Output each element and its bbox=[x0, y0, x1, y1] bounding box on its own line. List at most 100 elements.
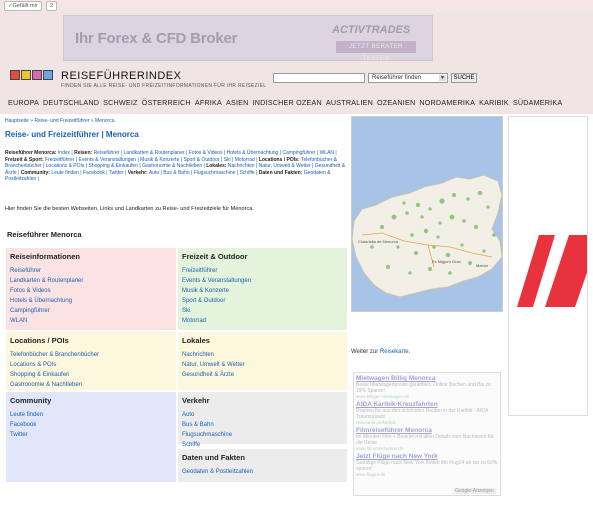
ad-title[interactable]: Mietwagen Billig Menorca bbox=[356, 375, 500, 382]
box-link[interactable]: Twitter bbox=[10, 430, 172, 440]
box-link[interactable]: Facebook bbox=[10, 420, 172, 430]
nav-item[interactable]: NORDAMERIKA bbox=[419, 98, 475, 107]
category-link[interactable]: Events & Veranstaltungen bbox=[79, 157, 137, 163]
nav-item[interactable]: AFRIKA bbox=[195, 98, 222, 107]
category-link[interactable]: Flugsuchmaschine bbox=[194, 170, 236, 176]
logo-title[interactable]: REISEFÜHRERINDEX bbox=[61, 70, 181, 82]
category-link[interactable]: Shopping & Einkaufen bbox=[89, 163, 138, 169]
category-link[interactable]: Gastronomie & Nachtleben bbox=[142, 163, 202, 169]
ad-url[interactable]: www.aida.de/karibik bbox=[356, 420, 500, 425]
chevron-down-icon: ▼ bbox=[439, 75, 446, 81]
box-link[interactable]: Leute finden bbox=[10, 410, 172, 420]
box-link[interactable]: Nachrichten bbox=[182, 350, 343, 360]
box-link[interactable]: Locations & POIs bbox=[10, 360, 172, 370]
category-link[interactable]: Schiffe bbox=[239, 170, 254, 176]
logo-icon[interactable] bbox=[10, 70, 53, 80]
box-link[interactable]: Gesundheit & Ärzte bbox=[182, 370, 343, 380]
category-link[interactable]: Facebook bbox=[83, 170, 105, 176]
category-link[interactable]: Nachrichten bbox=[228, 163, 255, 169]
nav-item[interactable]: DEUTSCHLAND bbox=[43, 98, 99, 107]
category-link[interactable]: Hotels & Übernachtung bbox=[227, 150, 279, 156]
nav-item[interactable]: EUROPA bbox=[8, 98, 39, 107]
nav-item[interactable]: ÖSTERREICH bbox=[142, 98, 191, 107]
box-link[interactable]: Events & Veranstaltungen bbox=[182, 276, 343, 286]
ad-title[interactable]: AIDA Karibik-Kreuzfahrten bbox=[356, 401, 500, 408]
search-input[interactable] bbox=[273, 73, 365, 83]
category-link[interactable]: Freizeitführer bbox=[45, 157, 74, 163]
box-link[interactable]: Bus & Bahn bbox=[182, 420, 343, 430]
ad-brand-logo[interactable]: ACTIVTRADES bbox=[332, 24, 410, 36]
ad-desc: Beste Mietwagenpreise garantiert. Online… bbox=[356, 382, 491, 394]
reisekarte-link[interactable]: Reisekarte bbox=[380, 349, 409, 355]
nav-item[interactable]: ASIEN bbox=[226, 98, 249, 107]
ad-cta-button[interactable]: JETZT BERATER TESTEN bbox=[336, 41, 416, 62]
map-caption-suffix: . bbox=[408, 349, 411, 355]
box-title: Freizeit & Outdoor bbox=[182, 252, 248, 261]
ad-title[interactable]: Jetzt Flüge nach New York bbox=[356, 453, 500, 460]
category-link[interactable]: Ski bbox=[224, 157, 231, 163]
nav-item[interactable]: KARIBIK bbox=[479, 98, 509, 107]
category-link[interactable]: Natur, Umwelt & Wetter bbox=[259, 163, 311, 169]
category-link[interactable]: Landkarten & Routenplaner bbox=[124, 150, 185, 156]
category-link[interactable]: Bus & Bahn bbox=[163, 170, 189, 176]
ad-url[interactable]: www.billiger-mietwagen.de bbox=[356, 394, 500, 399]
ad-title[interactable]: Filmreiseführer Menorca bbox=[356, 427, 500, 434]
category-label: Locations / POIs: bbox=[258, 156, 300, 163]
box-link[interactable]: Natur, Umwelt & Wetter bbox=[182, 360, 343, 370]
box-link[interactable]: Geodaten & Postleitzahlen bbox=[182, 467, 343, 477]
box-title: Locations / POIs bbox=[10, 336, 69, 345]
box-link[interactable]: Fotos & Videos bbox=[10, 286, 172, 296]
category-link[interactable]: Auto bbox=[149, 170, 159, 176]
box-link[interactable]: Motorrad bbox=[182, 316, 343, 326]
box-link[interactable]: Gastronomie & Nachtleben bbox=[10, 380, 172, 390]
ad-url[interactable]: www.flug24.de bbox=[356, 472, 500, 477]
nav-item[interactable]: SÜDAMERIKA bbox=[513, 98, 563, 107]
nav-item[interactable]: SCHWEIZ bbox=[103, 98, 138, 107]
search-select[interactable]: Reiseführer finden ▼ bbox=[368, 73, 448, 83]
category-link[interactable]: Musik & Konzerte bbox=[140, 157, 179, 163]
search-button[interactable]: SUCHE bbox=[451, 73, 477, 83]
box-link[interactable]: Ski bbox=[182, 306, 343, 316]
category-link[interactable]: Campingführer bbox=[282, 150, 315, 156]
category-link[interactable]: Twitter bbox=[109, 170, 124, 176]
category-link[interactable]: Sport & Outdoor bbox=[183, 157, 219, 163]
box-link[interactable]: Campingführer bbox=[10, 306, 172, 316]
box-link[interactable]: Reiseführer bbox=[10, 266, 172, 276]
box-link[interactable]: Landkarten & Routenplaner bbox=[10, 276, 172, 286]
page-title: Reise- und Freizeitführer | Menorca bbox=[5, 130, 139, 139]
category-link[interactable]: Motorrad bbox=[235, 157, 255, 163]
box-daten-fakten: Daten und Fakten Geodaten & Postleitzahle… bbox=[178, 449, 347, 482]
breadcrumb[interactable]: Hauptseite » Reise- und Freizeitführer »… bbox=[5, 118, 115, 124]
box-lokales: Lokales Nachrichten Natur, Umwelt & Wetter… bbox=[178, 332, 347, 390]
ad-headline[interactable]: Ihr Forex & CFD Broker bbox=[75, 30, 238, 47]
box-link[interactable]: WLAN bbox=[10, 316, 172, 326]
box-link[interactable]: Musik & Konzerte bbox=[182, 286, 343, 296]
nav-item[interactable]: INDISCHER OZEAN bbox=[253, 98, 322, 107]
ad-desc: Günstige Flüge nach New York finden Mit … bbox=[356, 460, 498, 472]
nav-item[interactable]: AUSTRALIEN bbox=[326, 98, 373, 107]
like-button[interactable]: ✓Gefällt mir bbox=[4, 1, 42, 11]
box-link[interactable]: Hotels & Übernachtung bbox=[10, 296, 172, 306]
category-link[interactable]: Fotos & Videos bbox=[189, 150, 223, 156]
nav-item[interactable]: OZEANIEN bbox=[377, 98, 415, 107]
box-link[interactable]: Sport & Outdoor bbox=[182, 296, 343, 306]
ad-url[interactable]: www.filmreisefuehrer.de bbox=[356, 446, 500, 451]
box-link[interactable]: Shopping & Einkaufen bbox=[10, 370, 172, 380]
box-link[interactable]: Freizeitführer bbox=[182, 266, 343, 276]
category-label: Daten und Fakten: bbox=[258, 169, 303, 176]
google-ad-label[interactable]: Google-Anzeigen bbox=[453, 488, 496, 494]
category-link[interactable]: WLAN bbox=[320, 150, 334, 156]
side-ad[interactable] bbox=[508, 116, 588, 416]
map-label-mao: Mahón bbox=[476, 263, 488, 268]
map-menorca[interactable]: Ciutadella de Menorca Es Migjorn Gran Ma… bbox=[351, 116, 503, 312]
category-link[interactable]: Index bbox=[58, 150, 70, 156]
box-link[interactable]: Auto bbox=[182, 410, 343, 420]
box-title: Reiseinformationen bbox=[10, 252, 81, 261]
box-title: Community bbox=[10, 396, 52, 405]
category-link[interactable]: Reiseführer bbox=[94, 150, 120, 156]
box-community: Community Leute finden Facebook Twitter bbox=[6, 392, 176, 482]
box-link[interactable]: Telefonbücher & Branchenbücher bbox=[10, 350, 172, 360]
category-link[interactable]: Locations & POIs bbox=[46, 163, 85, 169]
box-link[interactable]: Flugsuchmaschine bbox=[182, 430, 343, 440]
category-link[interactable]: Leute finden bbox=[51, 170, 79, 176]
